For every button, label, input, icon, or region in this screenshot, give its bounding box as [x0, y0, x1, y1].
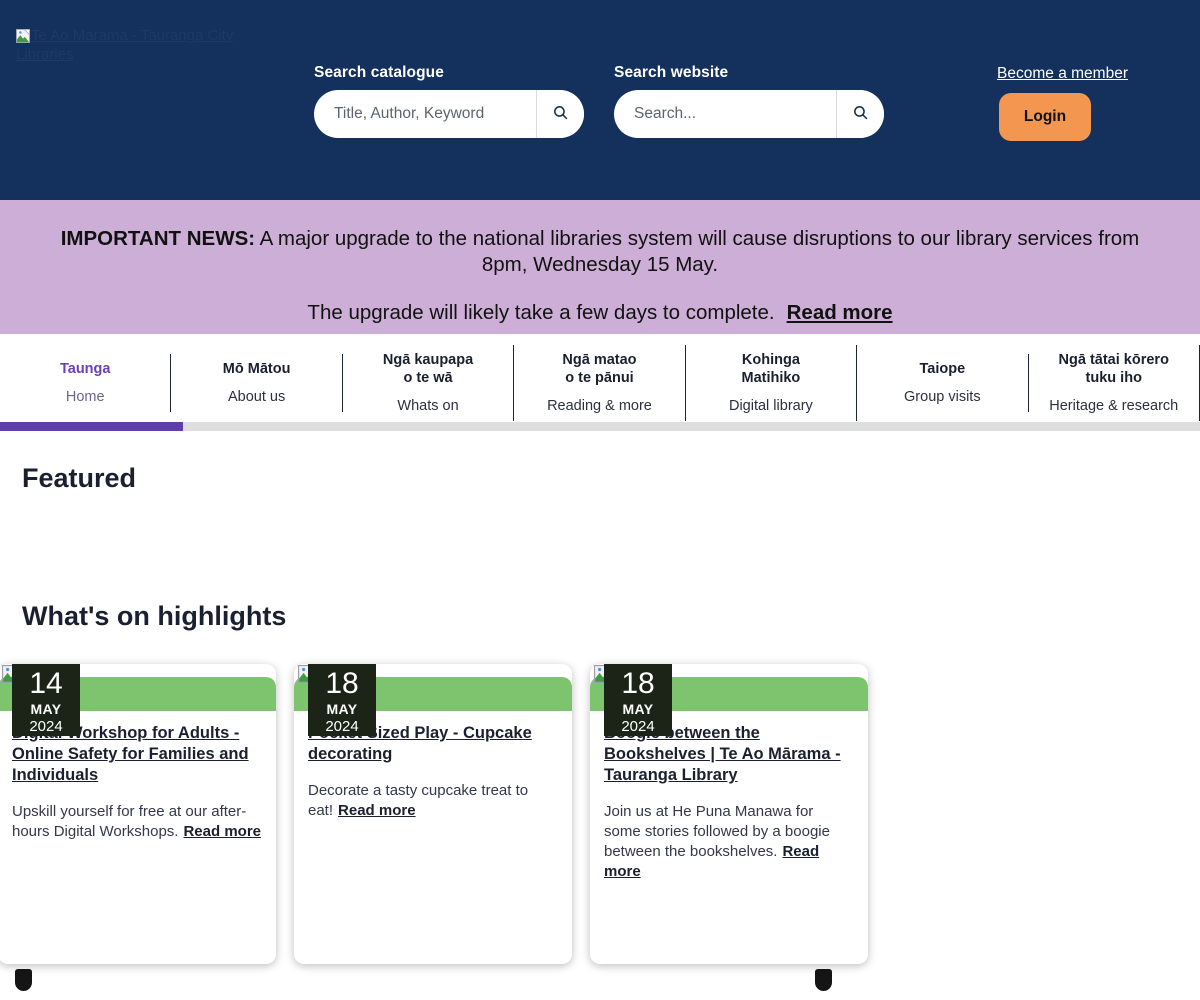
event-card-description: Upskill yourself for free at our after-h…: [12, 802, 262, 842]
event-card-description: Join us at He Puna Manawa for some stori…: [604, 802, 854, 882]
nav-item-reading-and-more-mi: Ngā matao o te pānui: [562, 351, 637, 386]
nav-item-digital-library[interactable]: Kohinga Matihiko Digital library: [686, 344, 858, 421]
nav-item-home-mi: Taunga: [59, 360, 111, 377]
nav-item-reading-and-more-en: Reading & more: [547, 397, 652, 414]
nav-item-whats-on[interactable]: Ngā kaupapa o te wā Whats on: [343, 344, 515, 421]
nav-item-whats-on-mi: Ngā kaupapa o te wā: [382, 351, 474, 386]
catalogue-search-input[interactable]: [314, 90, 536, 138]
alert-read-more-link[interactable]: Read more: [787, 301, 893, 324]
nav-scrollbar-thumb[interactable]: [0, 422, 183, 431]
site-logo-text: Te Ao Marama - Tauranga City Libraries: [16, 27, 234, 63]
event-date-day: 14: [29, 667, 63, 700]
website-search-button[interactable]: [836, 90, 884, 138]
nav-item-heritage-and-research-en: Heritage & research: [1049, 397, 1179, 414]
nav-item-whats-on-en: Whats on: [397, 397, 459, 414]
nav-item-digital-library-en: Digital library: [728, 397, 813, 414]
whats-on-title: What's on highlights: [22, 601, 287, 631]
nav-item-group-visits-en: Group visits: [904, 388, 981, 405]
website-search-group: Search website: [614, 64, 884, 138]
nav-item-about-us-mi: Mō Mātou: [222, 360, 291, 377]
nav-horizontal-scrollbar[interactable]: [0, 422, 1200, 431]
nav-item-about-us-en: About us: [228, 388, 286, 405]
event-card[interactable]: 18 MAY 2024 Boogie between the Bookshelv…: [590, 664, 868, 964]
main-navigation: Taunga Home Mō Mātou About us Ngā kaupap…: [0, 334, 1200, 431]
nav-item-group-visits[interactable]: Taiope Group visits: [857, 353, 1029, 412]
nav-item-digital-library-mi: Kohinga Matihiko: [741, 351, 801, 386]
alert-body: A major upgrade to the national librarie…: [255, 227, 1140, 276]
event-card-body: Boogie between the Bookshelves | Te Ao M…: [590, 711, 868, 882]
nav-item-home[interactable]: Taunga Home: [0, 353, 172, 412]
nav-item-reading-and-more[interactable]: Ngā matao o te pānui Reading & more: [514, 344, 686, 421]
broken-image-icon: [16, 29, 30, 43]
site-logo-link[interactable]: Te Ao Marama - Tauranga City Libraries: [16, 26, 266, 64]
site-header: Te Ao Marama - Tauranga City Libraries S…: [0, 0, 1200, 200]
featured-title: Featured: [22, 463, 137, 493]
nav-item-group-visits-mi: Taiope: [919, 360, 966, 377]
event-date-month: MAY: [326, 701, 358, 717]
featured-section: Featured: [0, 431, 1200, 991]
event-date-badge: 14 MAY 2024: [12, 664, 80, 736]
alert-line2-text: The upgrade will likely take a few days …: [307, 301, 775, 324]
search-icon: [554, 106, 568, 120]
event-card[interactable]: 18 MAY 2024 Pocket Sized Play - Cupcake …: [294, 664, 572, 964]
catalogue-search-button[interactable]: [536, 90, 584, 138]
event-date-month: MAY: [622, 701, 654, 717]
event-date-year: 2024: [29, 718, 63, 735]
event-date-badge: 18 MAY 2024: [308, 664, 376, 736]
alert-text-line-1: IMPORTANT NEWS: A major upgrade to the n…: [60, 226, 1140, 278]
event-date-year: 2024: [325, 718, 359, 735]
broken-image-icon: [15, 969, 32, 991]
website-search-label: Search website: [614, 64, 729, 81]
event-card-read-more-link[interactable]: Read more: [183, 823, 261, 840]
nav-item-about-us[interactable]: Mō Mātou About us: [171, 353, 343, 412]
important-news-banner: IMPORTANT NEWS: A major upgrade to the n…: [0, 200, 1200, 334]
catalogue-search-label: Search catalogue: [314, 64, 444, 81]
event-date-year: 2024: [621, 718, 655, 735]
catalogue-search-group: Search catalogue: [314, 64, 584, 138]
event-card[interactable]: 14 MAY 2024 Digital Workshop for Adults …: [0, 664, 276, 964]
event-card-description: Decorate a tasty cupcake treat to eat! Re…: [308, 781, 558, 821]
alert-prefix: IMPORTANT NEWS:: [60, 227, 256, 250]
event-date-month: MAY: [30, 701, 62, 717]
event-card-row: 14 MAY 2024 Digital Workshop for Adults …: [0, 664, 1200, 964]
event-date-day: 18: [621, 667, 655, 700]
login-button[interactable]: Login: [999, 93, 1091, 141]
event-card-read-more-link[interactable]: Read more: [338, 802, 416, 819]
nav-item-home-en: Home: [65, 388, 105, 405]
nav-item-heritage-and-research[interactable]: Ngā tātai kōrero tuku iho Heritage & res…: [1029, 344, 1200, 421]
catalogue-search-box: [314, 90, 584, 138]
broken-image-icon: [815, 969, 832, 991]
nav-item-heritage-and-research-mi: Ngā tātai kōrero tuku iho: [1058, 351, 1169, 386]
alert-text-line-2: The upgrade will likely take a few days …: [60, 300, 1140, 326]
search-icon: [854, 106, 868, 120]
become-a-member-link[interactable]: Become a member: [997, 65, 1128, 83]
website-search-box: [614, 90, 884, 138]
whats-on-highlights-section: What's on highlights 14 MAY 2024 Digital…: [0, 601, 1200, 964]
event-date-day: 18: [325, 667, 359, 700]
event-date-badge: 18 MAY 2024: [604, 664, 672, 736]
website-search-input[interactable]: [614, 90, 836, 138]
